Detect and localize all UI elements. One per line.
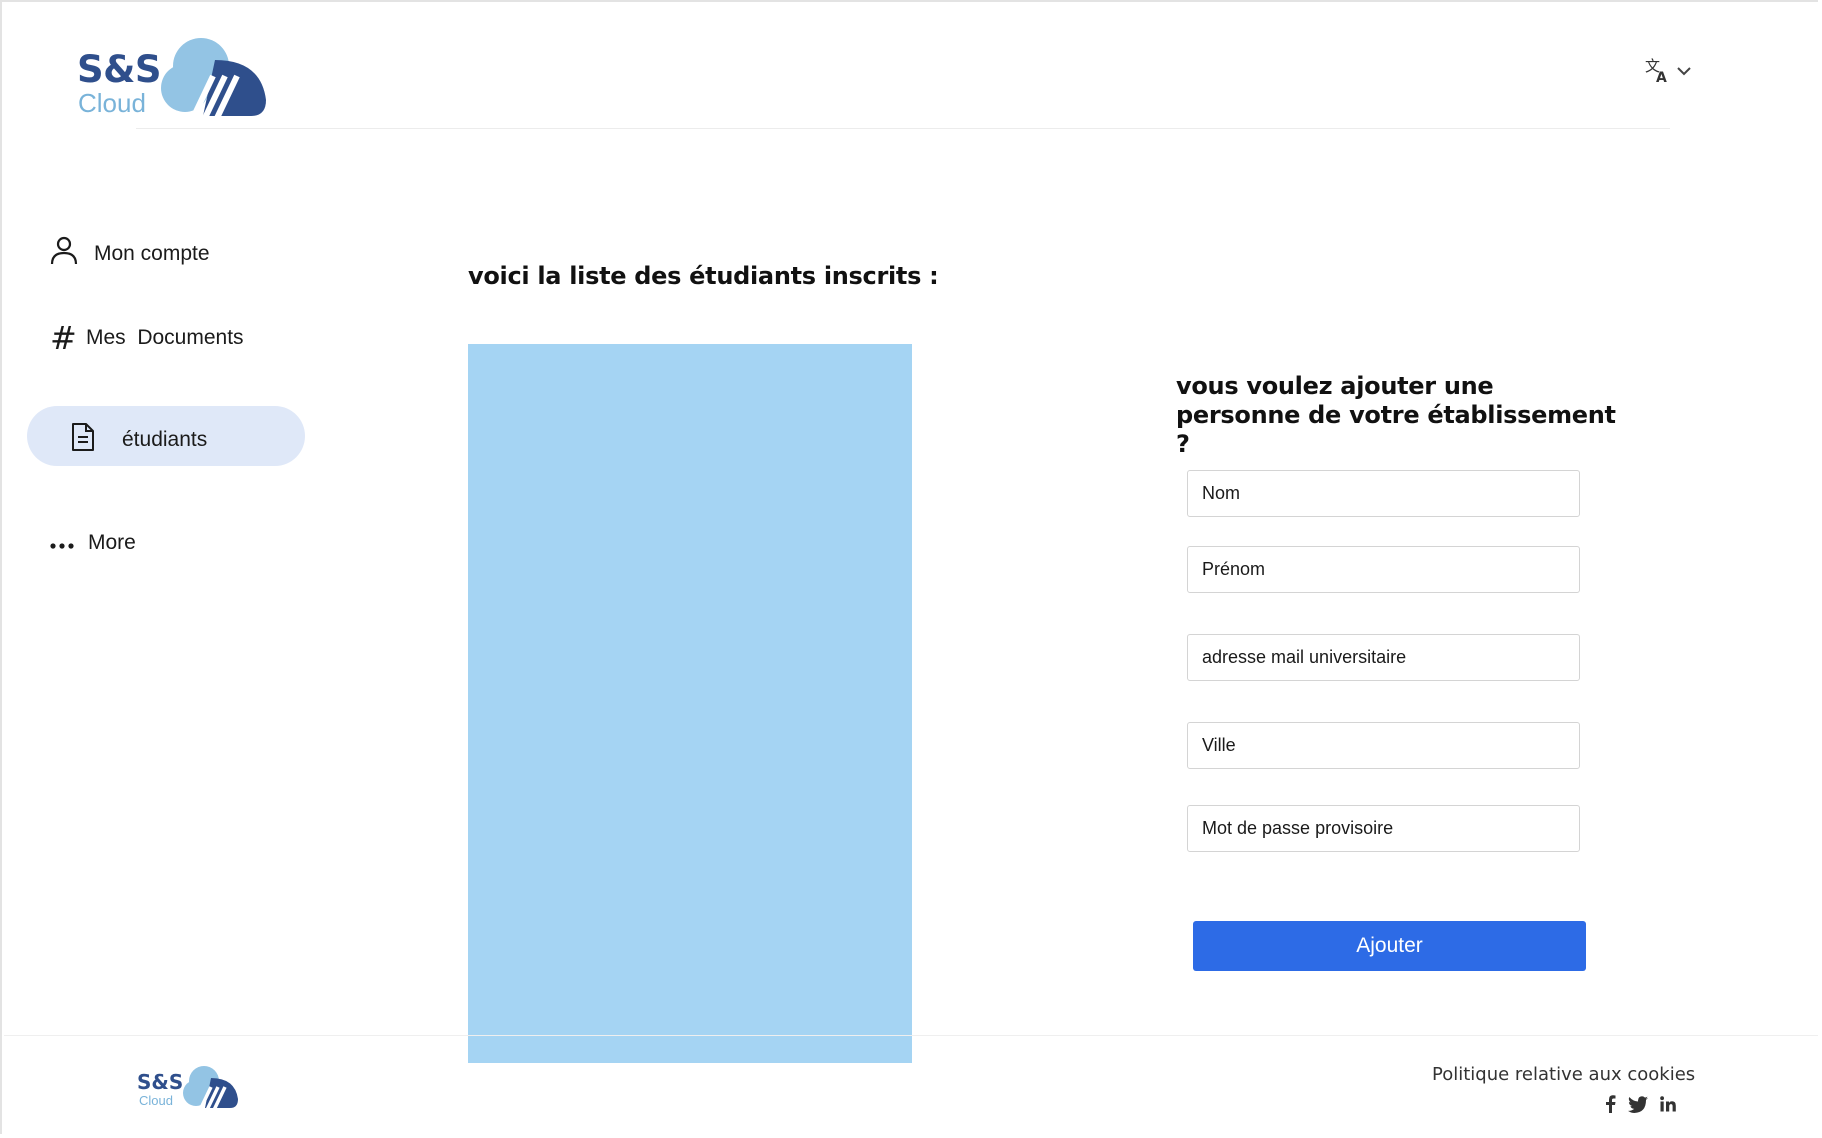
- sidebar-item-label: More: [88, 531, 136, 554]
- social-links: [1604, 1095, 1676, 1113]
- header-divider: [136, 128, 1670, 129]
- temporary-password-field[interactable]: [1187, 805, 1580, 852]
- cookies-policy-link[interactable]: Politique relative aux cookies: [1432, 1064, 1695, 1085]
- brand-logo[interactable]: S&S Cloud: [74, 34, 274, 120]
- logo-text-secondary: Cloud: [78, 88, 146, 118]
- nom-field[interactable]: [1187, 470, 1580, 517]
- user-icon: [50, 236, 78, 272]
- language-selector[interactable]: 文 A: [1644, 57, 1696, 89]
- more-dots-icon: [50, 530, 74, 556]
- sidebar-item-more[interactable]: More: [50, 530, 136, 556]
- cloud-logo-icon: [161, 38, 266, 120]
- translate-icon: 文 A: [1644, 57, 1670, 89]
- facebook-icon[interactable]: [1604, 1095, 1616, 1113]
- logo-text-primary: S&S: [77, 48, 162, 91]
- footer-divider: [4, 1035, 1818, 1036]
- ville-field[interactable]: [1187, 722, 1580, 769]
- twitter-icon[interactable]: [1628, 1095, 1648, 1113]
- prenom-field[interactable]: [1187, 546, 1580, 593]
- ajouter-button[interactable]: Ajouter: [1193, 921, 1586, 971]
- add-person-title: vous voulez ajouter une personne de votr…: [1176, 372, 1616, 458]
- sidebar-item-label: Mes Documents: [86, 326, 244, 349]
- svg-text:A: A: [1656, 70, 1667, 83]
- email-field[interactable]: [1187, 634, 1580, 681]
- cloud-logo-icon: [183, 1066, 238, 1110]
- logo-text-secondary: Cloud: [139, 1093, 173, 1108]
- chevron-down-icon: [1676, 64, 1692, 82]
- sidebar-item-label: Mon compte: [94, 242, 210, 265]
- sidebar-item-etudiants[interactable]: étudiants: [27, 406, 305, 466]
- document-icon: [71, 422, 95, 458]
- footer-logo[interactable]: S&S Cloud: [136, 1064, 246, 1112]
- students-list-panel[interactable]: [468, 344, 912, 1063]
- students-list-title: voici la liste des étudiants inscrits :: [468, 262, 939, 290]
- sidebar-item-label: étudiants: [122, 428, 208, 451]
- sidebar-item-mes-documents[interactable]: # Mes Documents: [50, 322, 244, 354]
- sidebar-item-mon-compte[interactable]: Mon compte: [50, 236, 210, 272]
- logo-text-primary: S&S: [137, 1070, 184, 1094]
- hash-icon: #: [50, 319, 77, 357]
- linkedin-icon[interactable]: [1660, 1096, 1676, 1112]
